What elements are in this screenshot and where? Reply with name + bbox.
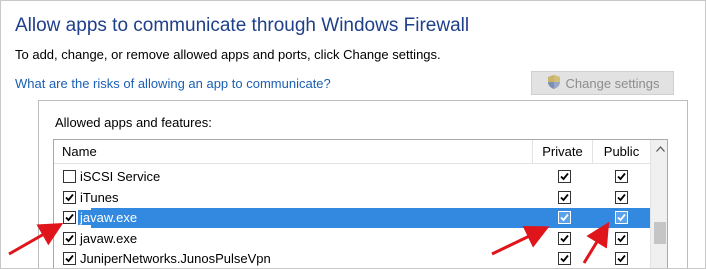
allowed-apps-list[interactable]: Name Private Public iSCSI Service iTunes j… (53, 139, 668, 268)
risks-link[interactable]: What are the risks of allowing an app to… (15, 76, 331, 91)
table-row[interactable]: javaw.exe (54, 208, 650, 228)
shield-icon (546, 74, 562, 93)
table-row[interactable]: javaw.exe (54, 229, 650, 249)
table-row[interactable]: iSCSI Service (54, 167, 650, 187)
private-checkbox[interactable] (558, 211, 571, 224)
table-row[interactable]: JuniperNetworks.JunosPulseVpn (54, 249, 650, 268)
app-name: iSCSI Service (80, 169, 161, 184)
scroll-up-arrow-icon[interactable] (651, 140, 667, 158)
page-title: Allow apps to communicate through Window… (15, 15, 470, 36)
allowed-apps-label: Allowed apps and features: (55, 115, 212, 130)
column-header-public[interactable]: Public (592, 140, 650, 164)
scrollbar-thumb[interactable] (654, 222, 666, 244)
app-enable-checkbox[interactable] (63, 211, 76, 224)
app-name: javaw.exe (80, 230, 138, 246)
app-name: javaw.exe (78, 210, 140, 225)
column-header-name[interactable]: Name (62, 140, 97, 164)
app-enable-checkbox[interactable] (63, 170, 76, 183)
app-enable-checkbox[interactable] (63, 231, 76, 245)
public-checkbox[interactable] (615, 231, 628, 245)
private-checkbox[interactable] (558, 231, 571, 245)
app-enable-checkbox[interactable] (63, 252, 76, 265)
page-subtitle: To add, change, or remove allowed apps a… (15, 47, 441, 62)
change-settings-label: Change settings (565, 75, 660, 91)
private-checkbox[interactable] (558, 170, 571, 183)
private-checkbox[interactable] (558, 190, 571, 204)
app-name: JuniperNetworks.JunosPulseVpn (80, 251, 271, 266)
public-checkbox[interactable] (615, 170, 628, 183)
public-checkbox[interactable] (615, 252, 628, 265)
change-settings-button[interactable]: Change settings (531, 71, 674, 95)
app-name: iTunes (80, 189, 119, 205)
table-row[interactable]: iTunes (54, 188, 650, 208)
vertical-scrollbar[interactable] (650, 140, 667, 268)
public-checkbox[interactable] (615, 190, 628, 204)
list-header: Name Private Public (54, 140, 650, 164)
column-header-private[interactable]: Private (532, 140, 592, 164)
private-checkbox[interactable] (558, 252, 571, 265)
app-enable-checkbox[interactable] (63, 190, 76, 204)
firewall-window: Allow apps to communicate through Window… (0, 0, 706, 269)
public-checkbox[interactable] (615, 211, 628, 224)
